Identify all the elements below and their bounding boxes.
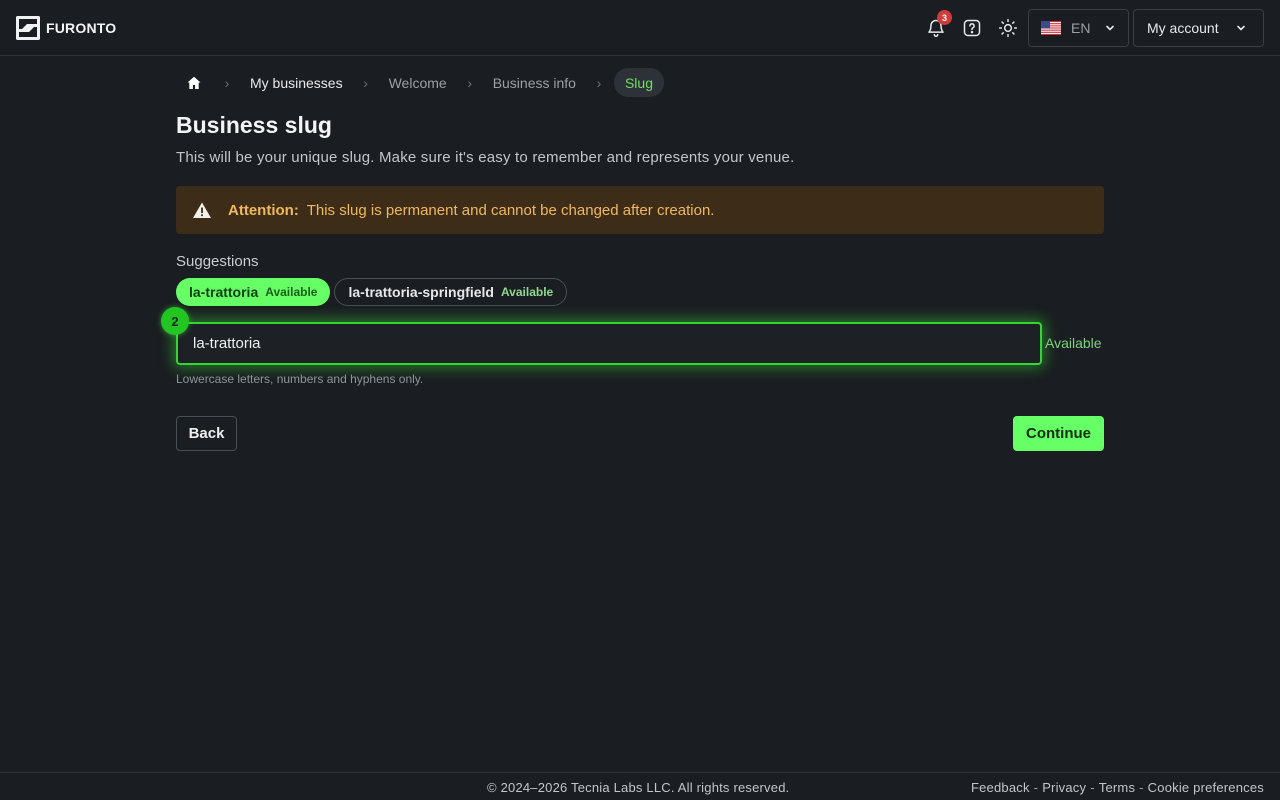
footer-link-privacy[interactable]: Privacy — [1042, 780, 1086, 795]
slug-hint: Lowercase letters, numbers and hyphens o… — [176, 372, 424, 386]
notifications-button[interactable]: 3 — [922, 10, 952, 42]
breadcrumb-welcome[interactable]: Welcome — [381, 68, 455, 97]
suggestions-label: Suggestions — [176, 253, 259, 270]
breadcrumb-separator: › — [467, 74, 473, 91]
breadcrumb-separator: › — [596, 74, 602, 91]
breadcrumb-business-info[interactable]: Business info — [485, 68, 584, 97]
suggestion-status: Available — [500, 285, 554, 299]
footer-link-feedback[interactable]: Feedback — [971, 780, 1030, 795]
breadcrumb: › My businesses › Welcome › Business inf… — [176, 68, 664, 97]
slug-availability-status: Available — [1045, 335, 1102, 351]
alert-message: This slug is permanent and cannot be cha… — [306, 201, 715, 219]
suggestion-status: Available — [265, 285, 318, 299]
slug-input[interactable] — [178, 324, 1040, 363]
alert-label: Attention: — [228, 201, 299, 219]
breadcrumb-separator: › — [363, 74, 368, 91]
notification-badge: 3 — [937, 10, 952, 25]
language-code: EN — [1071, 20, 1091, 36]
footer-links: Feedback - Privacy - Terms - Cookie preference… — [971, 780, 1264, 795]
copyright: © 2024–2026 Tecnia Labs LLC. All rights … — [487, 780, 790, 795]
step-marker: 2 — [161, 307, 189, 335]
help-button[interactable] — [958, 14, 986, 42]
breadcrumb-slug: Slug — [613, 68, 664, 97]
footer: © 2024–2026 Tecnia Labs LLC. All rights … — [0, 772, 1280, 800]
language-select[interactable]: EN — [1028, 9, 1129, 47]
question-icon — [963, 19, 981, 37]
page-title: Business slug — [176, 112, 332, 138]
footer-separator: - — [1139, 780, 1144, 795]
alert-text: Attention: This slug is permanent and ca… — [228, 202, 714, 219]
warning-triangle-icon — [193, 202, 211, 218]
continue-button[interactable]: Continue — [1013, 416, 1104, 451]
suggestion-chip-la-trattoria[interactable]: la-trattoria Available — [176, 278, 331, 306]
chevron-down-icon — [1106, 25, 1115, 31]
suggestion-slug: la-trattoria-springfield — [348, 284, 494, 300]
breadcrumb-my-businesses[interactable]: My businesses — [242, 68, 351, 97]
home-icon — [187, 76, 201, 89]
footer-link-cookie-preferences[interactable]: Cookie preferences — [1148, 780, 1264, 795]
brand[interactable]: FURONTO — [16, 16, 116, 40]
breadcrumb-home[interactable] — [176, 68, 212, 97]
breadcrumb-separator: › — [224, 74, 230, 91]
attention-alert: Attention: This slug is permanent and ca… — [176, 186, 1104, 234]
sun-icon — [998, 18, 1018, 38]
top-bar: FURONTO 3 EN My account — [0, 0, 1280, 56]
account-label: My account — [1147, 20, 1219, 36]
footer-separator: - — [1033, 780, 1039, 795]
footer-link-terms[interactable]: Terms — [1099, 780, 1135, 795]
chevron-down-icon — [1236, 25, 1245, 31]
us-flag-icon — [1041, 21, 1061, 35]
suggestion-chip-la-trattoria-springfield[interactable]: la-trattoria-springfield Available — [334, 278, 568, 306]
suggestion-slug: la-trattoria — [189, 284, 259, 300]
my-account-menu[interactable]: My account — [1133, 9, 1264, 47]
theme-toggle-button[interactable] — [994, 14, 1022, 42]
brand-name: FURONTO — [46, 20, 117, 36]
suggestion-chips: la-trattoria Available la-trattoria-spri… — [176, 278, 568, 306]
back-button[interactable]: Back — [176, 416, 237, 451]
slug-input-wrapper — [176, 322, 1042, 365]
page-subtitle: This will be your unique slug. Make sure… — [176, 149, 795, 166]
footer-separator: - — [1090, 780, 1095, 795]
furonto-logo-icon — [16, 16, 40, 40]
